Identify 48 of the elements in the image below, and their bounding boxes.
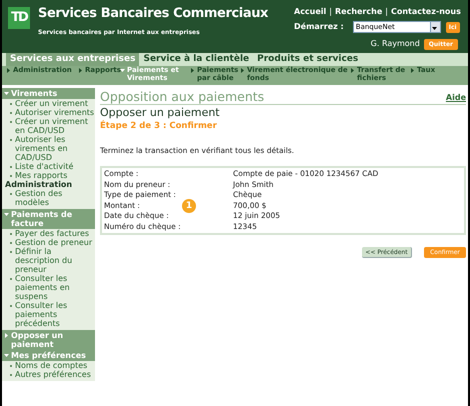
user-name: G. Raymond bbox=[370, 38, 420, 50]
nav-tab[interactable]: Services aux entreprises bbox=[6, 53, 140, 66]
sidebar-section-header[interactable]: Virements bbox=[2, 88, 95, 99]
sidebar-link[interactable]: Autoriser virements bbox=[15, 108, 94, 117]
site-title: Services Bancaires Commerciaux bbox=[38, 5, 268, 23]
help-link[interactable]: Aide bbox=[446, 92, 466, 104]
caret-right-icon bbox=[190, 68, 195, 73]
caret-down-icon bbox=[4, 353, 9, 358]
caret-down-icon bbox=[4, 91, 9, 96]
sidebar-link[interactable]: Payer des factures bbox=[15, 229, 90, 238]
sidebar-link[interactable]: Gestion des modèles bbox=[15, 189, 95, 207]
caret-down-icon bbox=[4, 212, 9, 217]
sidebar-link[interactable]: Liste d'activité bbox=[15, 162, 74, 171]
td-logo: TD bbox=[8, 7, 30, 29]
caret-right-icon bbox=[4, 333, 9, 338]
sidebar-section-header[interactable]: Paiements de facture bbox=[2, 209, 95, 229]
sidebar-link[interactable]: Créer un virement bbox=[15, 99, 88, 108]
header-link[interactable]: Recherche bbox=[334, 6, 382, 18]
callout-badge: 1 bbox=[182, 199, 196, 213]
sidebar-link[interactable]: Définir la description du preneur bbox=[15, 247, 95, 274]
caret-right-icon bbox=[240, 68, 245, 73]
sidebar-link[interactable]: Autres préférences bbox=[15, 370, 91, 379]
link-separator: | bbox=[385, 6, 388, 18]
sidebar-section-header[interactable]: Mes préférences bbox=[2, 350, 95, 361]
page-title: Opposer un paiement bbox=[100, 106, 221, 119]
step-indicator: Étape 2 de 3 : Confirmer bbox=[100, 120, 218, 133]
header-link[interactable]: Accueil bbox=[294, 6, 326, 18]
caret-right-icon bbox=[78, 68, 83, 73]
caret-right-icon bbox=[350, 68, 355, 73]
sidebar-link[interactable]: Mes rapports bbox=[15, 171, 68, 180]
start-label: Démarrez : bbox=[294, 21, 344, 33]
section-title: Opposition aux paiements bbox=[100, 89, 264, 104]
sidebar-heading: Administration bbox=[4, 180, 74, 189]
caret-down-icon bbox=[120, 68, 125, 73]
caret-right-icon bbox=[410, 68, 415, 73]
sidebar-section-header[interactable]: Opposer un paiement bbox=[2, 330, 95, 350]
nav-tab[interactable]: Produits et services bbox=[253, 53, 362, 66]
link-separator: | bbox=[329, 6, 332, 18]
nav-tab[interactable]: Service à la clientèle bbox=[139, 53, 254, 66]
sidebar-link[interactable]: Gestion de preneur bbox=[15, 238, 92, 247]
sidebar-link[interactable]: Autoriser les virements en CAD/USD bbox=[15, 135, 95, 162]
sidebar-link[interactable]: Consulter les paiements précédents bbox=[15, 301, 95, 328]
caret-right-icon bbox=[6, 68, 11, 73]
sidebar-link[interactable]: Noms de comptes bbox=[15, 361, 88, 370]
sidebar-link[interactable]: Consulter les paiements en suspens bbox=[15, 274, 95, 301]
sidebar-link[interactable]: Créer un virement en CAD/USD bbox=[15, 117, 95, 135]
caret-icon bbox=[432, 26, 437, 30]
header-link[interactable]: Contactez-nous bbox=[390, 6, 461, 18]
